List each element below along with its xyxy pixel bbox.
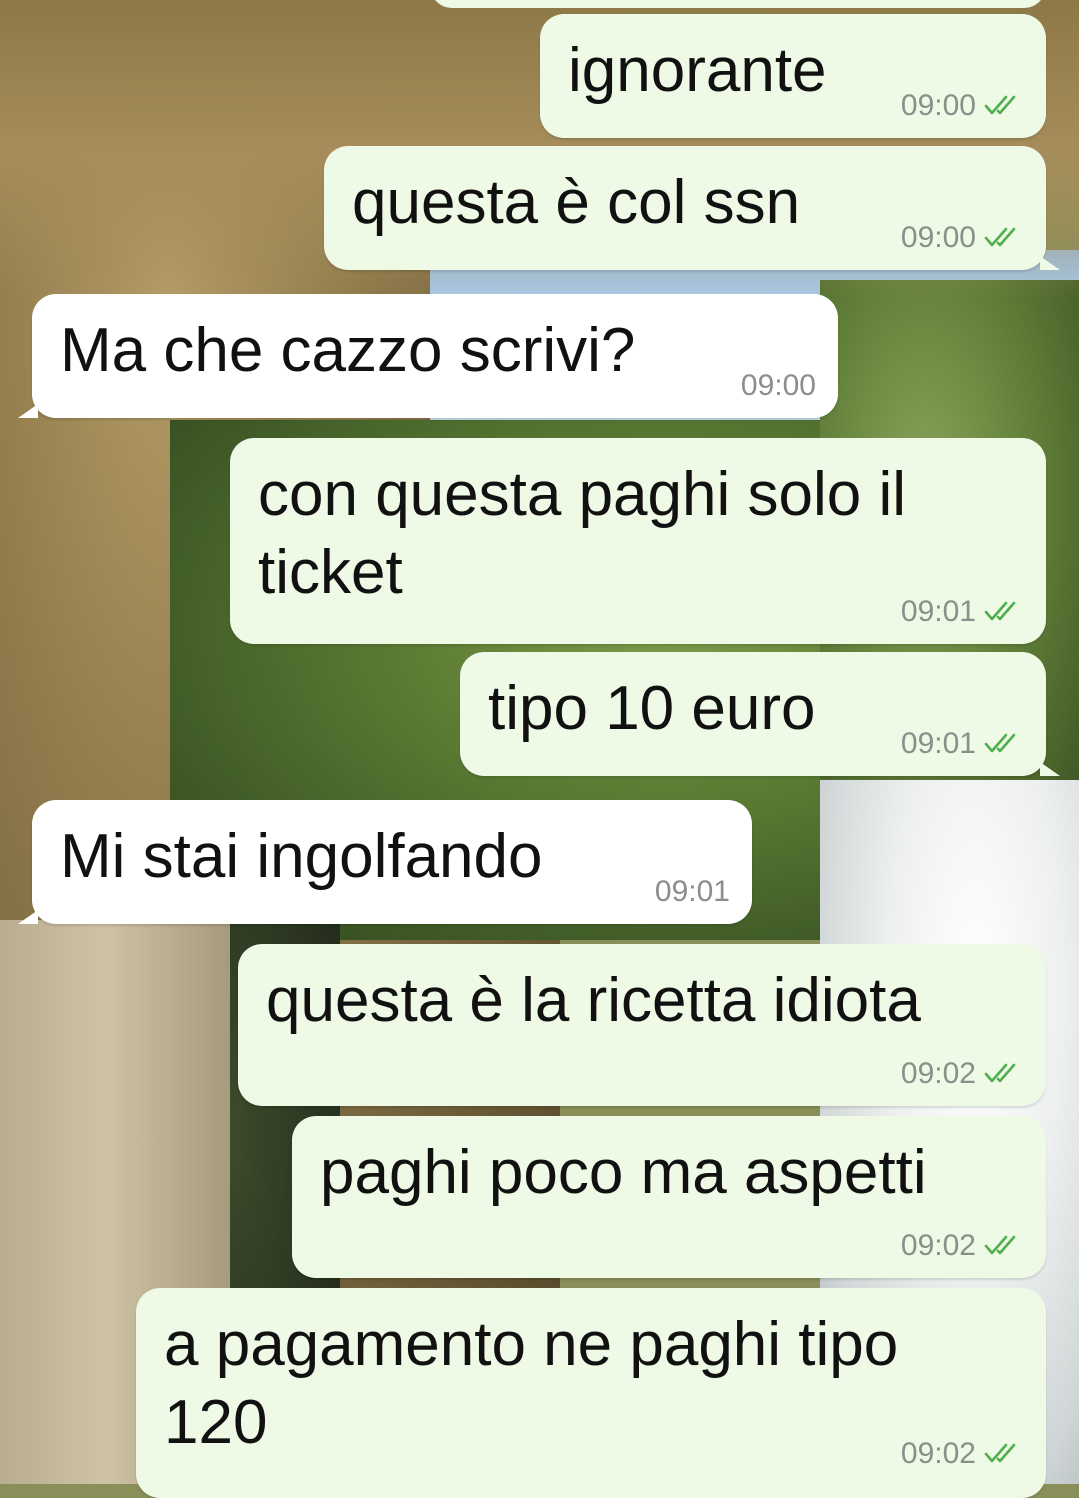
message-bubble-outgoing[interactable]: questa è la ricetta idiota 09:02 xyxy=(238,944,1046,1106)
bubble-tail xyxy=(1040,256,1060,270)
double-check-icon xyxy=(984,227,1016,247)
bubble-tail xyxy=(1040,762,1060,776)
message-time: 09:00 xyxy=(900,88,976,122)
message-meta: 09:01 xyxy=(901,593,1024,631)
message-text: questa è la ricetta idiota xyxy=(266,966,921,1035)
message-text: Mi stai ingolfando xyxy=(60,822,543,891)
message-bubble-outgoing[interactable]: con questa paghi solo il ticket 09:01 xyxy=(230,438,1046,644)
message-bubble-outgoing[interactable]: ignorante 09:00 xyxy=(540,14,1046,138)
message-meta: 09:02 xyxy=(901,1055,1024,1093)
message-bubble-incoming[interactable]: Ma che cazzo scrivi? 09:00 xyxy=(18,294,838,418)
message-time: 09:01 xyxy=(900,726,976,760)
message-meta: 09:02 xyxy=(901,1227,1024,1265)
message-bubble-outgoing[interactable]: tipo 10 euro 09:01 xyxy=(460,652,1060,776)
double-check-icon xyxy=(984,1443,1016,1463)
double-check-icon xyxy=(984,1235,1016,1255)
message-time: 09:02 xyxy=(900,1436,976,1470)
message-time: 09:00 xyxy=(900,220,976,254)
double-check-icon xyxy=(984,733,1016,753)
message-bubble-outgoing[interactable]: a pagamento ne paghi tipo 120 09:02 xyxy=(136,1288,1046,1498)
message-bubble-incoming[interactable]: Mi stai ingolfando 09:01 xyxy=(18,800,752,924)
message-bubble-outgoing[interactable]: paghi poco ma aspetti 09:02 xyxy=(292,1116,1046,1278)
message-text: a pagamento ne paghi tipo 120 xyxy=(164,1310,916,1457)
message-meta: 09:01 xyxy=(901,725,1024,763)
previous-message-bubble-edge xyxy=(430,0,1046,8)
double-check-icon xyxy=(984,601,1016,621)
message-time: 09:00 xyxy=(740,368,816,402)
message-meta: 09:00 xyxy=(901,87,1024,125)
message-time: 09:02 xyxy=(900,1228,976,1262)
bubble-tail xyxy=(18,404,38,418)
message-list[interactable]: ignorante 09:00 questa è col ssn 09:00 M… xyxy=(0,0,1079,1498)
message-time: 09:01 xyxy=(900,594,976,628)
message-text: paghi poco ma aspetti xyxy=(320,1138,927,1207)
bubble-tail xyxy=(18,910,38,924)
double-check-icon xyxy=(984,95,1016,115)
message-meta: 09:00 xyxy=(901,219,1024,257)
message-time: 09:01 xyxy=(654,874,730,908)
double-check-icon xyxy=(984,1063,1016,1083)
message-meta: 09:01 xyxy=(655,873,730,911)
message-text: Ma che cazzo scrivi? xyxy=(60,316,636,385)
message-text: con questa paghi solo il ticket xyxy=(258,460,924,607)
message-meta: 09:02 xyxy=(901,1435,1024,1473)
message-bubble-outgoing[interactable]: questa è col ssn 09:00 xyxy=(324,146,1060,270)
message-meta: 09:00 xyxy=(741,367,816,405)
message-time: 09:02 xyxy=(900,1056,976,1090)
